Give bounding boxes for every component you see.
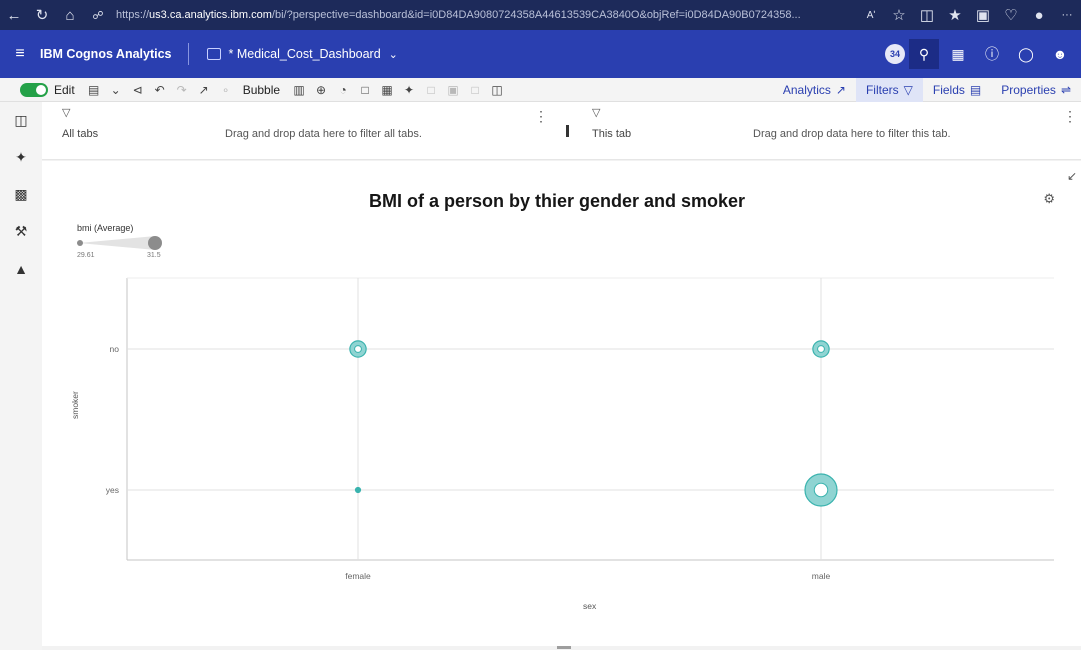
dashboard-name: * Medical_Cost_Dashboard — [228, 47, 381, 61]
timer-icon[interactable]: ◔ — [332, 83, 354, 97]
y-axis-title: smoker — [70, 391, 80, 419]
favorite-star-icon[interactable]: ☆ — [885, 0, 913, 30]
more-menu-icon[interactable]: ··· — [1053, 0, 1081, 30]
hamburger-menu-icon[interactable]: ≡ — [0, 45, 40, 63]
all-tabs-label: All tabs — [62, 128, 99, 140]
edit-toggle[interactable] — [20, 82, 48, 97]
extensions-icon[interactable]: ♡ — [997, 0, 1025, 30]
y-tick-label: yes — [106, 485, 119, 495]
paste-icon[interactable]: ▣ — [442, 83, 464, 97]
all-tabs-filter[interactable]: ▽ All tabs Drag and drop data here to fi… — [62, 102, 548, 160]
assistant-icon[interactable]: ▲ — [0, 250, 42, 287]
left-sidebar: ◫ ✦ ▩ ⚒ ▲ — [0, 102, 42, 650]
duplicate-icon[interactable]: □ — [464, 83, 486, 97]
bell-icon[interactable]: ◯ — [1011, 39, 1041, 69]
navigate-icon[interactable]: ∘ — [215, 83, 237, 97]
user-icon[interactable]: ☻ — [1045, 39, 1075, 69]
this-tab-hint: Drag and drop data here to filter this t… — [753, 128, 951, 140]
all-tabs-hint: Drag and drop data here to filter all ta… — [225, 128, 422, 140]
this-tab-label: This tab — [592, 128, 632, 140]
save-icon[interactable]: ▤ — [83, 83, 105, 97]
properties-icon: ⇌ — [1060, 82, 1071, 97]
redo-icon[interactable]: ↷ — [171, 83, 193, 97]
resize-grip[interactable] — [557, 646, 571, 649]
visualization-type-label[interactable]: Bubble — [243, 83, 280, 97]
select-icon[interactable]: □ — [354, 83, 376, 97]
fields-icon: ▤ — [969, 82, 982, 97]
filter-icon: ▽ — [62, 107, 71, 119]
address-bar[interactable]: https://us3.ca.analytics.ibm.com/bi/?per… — [116, 4, 856, 26]
expand-icon[interactable]: ↗ — [193, 83, 215, 97]
filter-icon: ▽ — [592, 107, 601, 119]
edit-toolbar: Edit ▤ ⌄ ⊲ ↶ ↷ ↗ ∘ Bubble ▥ ⊕ ◔ □ ▦ ✦ □ … — [0, 77, 1081, 102]
refresh-icon[interactable]: ↻ — [28, 0, 56, 30]
app-brand: IBM Cognos Analytics — [40, 43, 189, 65]
search-icon[interactable]: ⚲ — [909, 39, 939, 69]
bubble-point[interactable] — [354, 486, 362, 494]
bubble-center — [354, 345, 362, 353]
filter-icon: ▽ — [903, 82, 913, 97]
copy-icon[interactable]: □ — [420, 83, 442, 97]
read-aloud-icon[interactable]: Aʹ — [857, 0, 885, 30]
split-screen-icon[interactable]: ◫ — [913, 0, 941, 30]
change-visualization-icon[interactable]: ▥ — [288, 83, 310, 97]
analytics-label: Analytics — [782, 82, 831, 97]
more-options-icon[interactable]: ⋮ — [1063, 108, 1077, 125]
chevron-down-icon: ⌄ — [388, 48, 398, 61]
bubble-center — [813, 482, 829, 498]
filters-label: Filters — [865, 82, 899, 97]
analytics-tab[interactable]: Analytics ↗ — [773, 78, 856, 102]
url-host: us3.ca.analytics.ibm.com — [149, 9, 272, 21]
edit-label: Edit — [54, 82, 75, 97]
save-chevron-icon[interactable]: ⌄ — [105, 83, 127, 97]
filters-tab[interactable]: Filters ▽ — [855, 77, 923, 102]
url-prefix: https:// — [116, 9, 150, 21]
x-tick-label: female — [345, 571, 371, 581]
profile-avatar-icon[interactable]: ● — [1025, 0, 1053, 30]
delete-icon[interactable]: ◫ — [486, 83, 508, 97]
undo-icon[interactable]: ↶ — [149, 83, 171, 97]
dashboard-switcher[interactable]: * Medical_Cost_Dashboard ⌄ — [206, 47, 398, 61]
back-arrow-icon[interactable]: ← — [0, 0, 28, 30]
pin-icon[interactable]: ✦ — [0, 139, 42, 176]
url-path: /bi/?perspective=dashboard&id=i0D84DA908… — [271, 9, 801, 21]
browser-toolbar: ← ↻ ⌂ ☍ https://us3.ca.analytics.ibm.com… — [0, 0, 1081, 30]
app-header: ≡ IBM Cognos Analytics * Medical_Cost_Da… — [0, 30, 1081, 78]
visualizations-icon[interactable]: ▩ — [0, 176, 42, 213]
filter-bar: ▽ All tabs Drag and drop data here to fi… — [42, 102, 1081, 160]
y-tick-label: no — [110, 344, 120, 354]
properties-label: Properties — [1001, 82, 1056, 97]
x-tick-label: male — [812, 571, 831, 581]
home-icon[interactable]: ⌂ — [56, 0, 84, 30]
widgets-icon[interactable]: ⚒ — [0, 213, 42, 250]
favorites-list-icon[interactable]: ★ — [941, 0, 969, 30]
collections-icon[interactable]: ▣ — [969, 0, 997, 30]
data-sources-icon[interactable]: ◫ — [0, 102, 42, 139]
chat-icon[interactable]: ▦ — [943, 39, 973, 69]
share-icon[interactable]: ⊲ — [127, 83, 149, 97]
help-icon[interactable]: ⓘ — [977, 39, 1007, 69]
drill-icon[interactable]: ⊕ — [310, 83, 332, 97]
filter-splitter[interactable] — [566, 125, 569, 137]
bubble-center — [817, 345, 825, 353]
analytics-icon: ↗ — [835, 82, 846, 97]
pin-icon[interactable]: ✦ — [398, 83, 420, 97]
bubble-plot: female male no yes — [106, 277, 1054, 581]
table-icon[interactable]: ▦ — [376, 83, 398, 97]
notification-count-badge[interactable]: 34 — [885, 44, 905, 64]
x-axis-title: sex — [583, 601, 597, 611]
fields-label: Fields — [932, 82, 965, 97]
lock-icon[interactable]: ☍ — [84, 0, 112, 30]
properties-tab[interactable]: Properties ⇌ — [991, 78, 1081, 102]
visualization-canvas[interactable]: ↙ ⚙ BMI of a person by thier gender and … — [42, 161, 1081, 646]
more-options-icon[interactable]: ⋮ — [534, 108, 548, 125]
dashboard-icon — [206, 48, 221, 60]
this-tab-filter[interactable]: ▽ This tab Drag and drop data here to fi… — [592, 102, 1077, 160]
fields-tab[interactable]: Fields ▤ — [923, 78, 991, 102]
